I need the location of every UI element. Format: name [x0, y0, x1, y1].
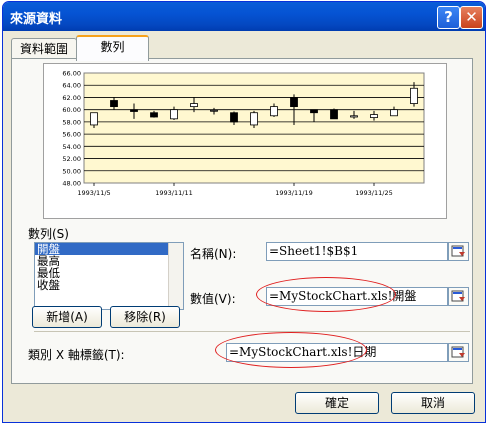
add-series-button[interactable]: 新增(A) [32, 306, 102, 328]
cancel-button[interactable]: 取消 [391, 392, 475, 414]
x-tick-label: 1993/11/5 [77, 189, 110, 197]
candle-body [370, 114, 378, 119]
candle-body [130, 109, 138, 112]
series-item[interactable]: 收盤 [35, 279, 183, 291]
x-tick-label: 1993/11/19 [275, 189, 312, 197]
candle-body [110, 100, 118, 108]
y-tick-label: 58.00 [62, 118, 81, 126]
y-tick-label: 54.00 [62, 143, 81, 151]
dialog-title: 來源資料 [10, 12, 63, 27]
values-highlight-oval [256, 277, 396, 312]
candle-body [90, 112, 98, 126]
values-range-picker[interactable] [448, 287, 469, 306]
x-tick-label: 1993/11/11 [155, 189, 192, 197]
y-tick-label: 50.00 [62, 167, 81, 175]
y-tick-label: 48.00 [62, 180, 81, 188]
candle-body [410, 87, 418, 104]
y-tick-label: 60.00 [62, 106, 81, 114]
candle-body [390, 109, 398, 117]
candle-body [290, 97, 298, 108]
series-tab-panel: 48.00 50.00 52.00 54.00 56.00 58.00 60.00 62.00… [11, 58, 473, 384]
help-button[interactable]: ? [437, 6, 460, 29]
source-data-dialog: 來源資料 ? ✕ 資料範圍 數列 48.00 50.00 52.00 54.00 56.… [2, 1, 486, 423]
values-label: 數值(V): [190, 292, 236, 306]
candle-body [270, 106, 278, 117]
title-bar: 來源資料 ? ✕ [3, 2, 485, 31]
y-tick-label: 56.00 [62, 131, 81, 139]
range-picker-icon [451, 245, 465, 257]
x-tick-label: 1993/11/25 [355, 189, 392, 197]
tab-series[interactable]: 數列 [76, 35, 149, 61]
y-tick-label: 52.00 [62, 155, 81, 163]
name-input[interactable]: =Sheet1!$B$1 [266, 242, 448, 261]
listbox-scrollbar[interactable] [168, 243, 183, 309]
candle-body [190, 103, 198, 108]
candle-body [310, 109, 318, 114]
series-list-label: 數列(S) [28, 227, 69, 241]
candle-body [350, 115, 358, 118]
category-label: 類別 X 軸標籤(T): [28, 348, 125, 362]
candle-body [170, 109, 178, 120]
series-listbox[interactable]: 開盤 最高 最低 收盤 [34, 242, 184, 310]
candle-body [230, 112, 238, 123]
remove-series-button[interactable]: 移除(R) [110, 306, 180, 328]
y-tick-label: 64.00 [62, 82, 81, 90]
y-tick-label: 66.00 [62, 70, 81, 78]
range-picker-icon [451, 346, 465, 358]
y-tick-label: 62.00 [62, 94, 81, 102]
separator [34, 331, 470, 332]
category-range-picker[interactable] [448, 343, 469, 362]
category-highlight-oval [215, 332, 367, 368]
close-button[interactable]: ✕ [460, 6, 483, 29]
name-range-picker[interactable] [448, 242, 469, 261]
candle-body [250, 112, 258, 126]
chart-preview: 48.00 50.00 52.00 54.00 56.00 58.00 60.00 62.00… [43, 63, 447, 219]
ok-button[interactable]: 確定 [295, 392, 379, 414]
candle-body [150, 112, 158, 118]
candle-body [330, 109, 338, 120]
name-label: 名稱(N): [190, 247, 237, 261]
tab-data-range[interactable]: 資料範圍 [11, 38, 77, 59]
range-picker-icon [451, 290, 465, 302]
candle-body [210, 109, 218, 112]
stock-chart: 48.00 50.00 52.00 54.00 56.00 58.00 60.00 62.00… [62, 70, 425, 197]
